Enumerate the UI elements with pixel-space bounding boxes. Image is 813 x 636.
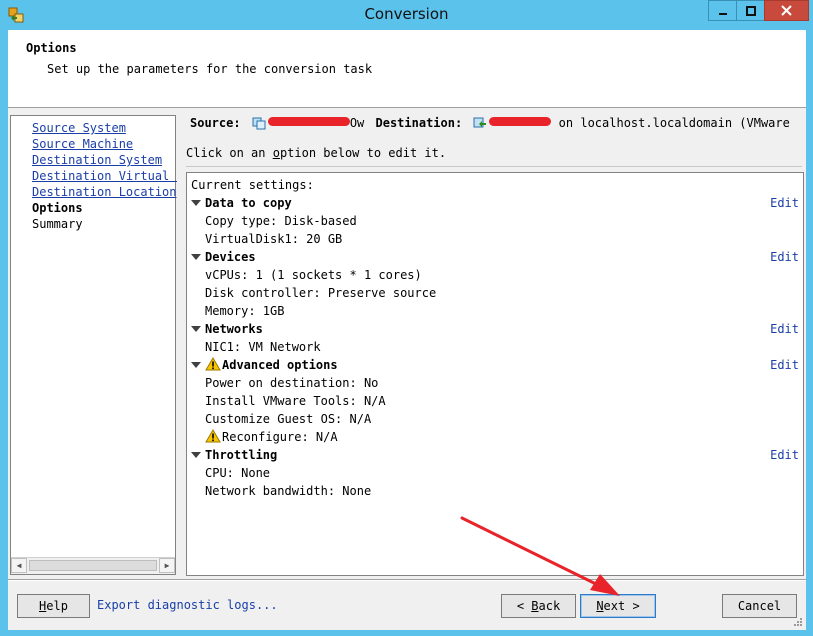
current-settings-heading: Current settings:: [191, 176, 314, 194]
export-diagnostic-logs-link[interactable]: Export diagnostic logs...: [97, 598, 278, 612]
source-suffix: Ow: [349, 116, 365, 130]
next-button[interactable]: Next >: [580, 594, 656, 618]
setting-item-text: Network bandwidth: None: [205, 484, 372, 498]
window-title: Conversion: [364, 5, 449, 23]
nav-step-destination-system[interactable]: Destination System: [32, 152, 177, 168]
edit-data-to-copy-link[interactable]: Edit: [770, 194, 799, 212]
help-button[interactable]: Help: [17, 594, 90, 618]
scroll-right-arrow-icon[interactable]: ▶: [159, 558, 175, 573]
section-throttling-text: Throttling: [205, 448, 278, 462]
page-title: Options: [26, 41, 77, 55]
setting-item-text: CPU: None: [205, 466, 271, 480]
nav-step-destination-location[interactable]: Destination Location: [32, 184, 177, 200]
divider: [186, 166, 802, 167]
setting-item-text: vCPUs: 1 (1 sockets * 1 cores): [205, 268, 422, 282]
edit-advanced-options-link[interactable]: Edit: [770, 356, 799, 374]
destination-machine-icon: [473, 117, 487, 128]
close-button[interactable]: [764, 0, 809, 21]
section-throttling[interactable]: Throttling: [191, 446, 277, 464]
section-networks[interactable]: Networks: [191, 320, 263, 338]
setting-item-text: Reconfigure: N/A: [222, 430, 338, 444]
section-advanced-options[interactable]: Advanced options: [191, 356, 338, 374]
destination-label: Destination:: [375, 116, 463, 130]
minimize-button[interactable]: [708, 0, 736, 21]
source-label: Source:: [190, 116, 241, 130]
setting-item-text: Copy type: Disk-based: [205, 214, 357, 228]
setting-item-text: Disk controller: Preserve source: [205, 286, 437, 300]
setting-item: VirtualDisk1: 20 GB: [205, 230, 342, 248]
maximize-button[interactable]: [736, 0, 764, 21]
current-settings-panel: Current settings: Data to copy Edit Copy ty…: [186, 172, 804, 576]
source-machine-icon: [252, 117, 266, 130]
setting-item: Disk controller: Preserve source: [205, 284, 436, 302]
collapse-triangle-icon[interactable]: [191, 452, 201, 458]
step-list: Source System Source Machine Destination S…: [32, 120, 177, 232]
edit-throttling-link[interactable]: Edit: [770, 446, 799, 464]
warning-icon: [205, 429, 221, 443]
page-subtitle: Set up the parameters for the conversion…: [47, 62, 373, 76]
setting-item: Network bandwidth: None: [205, 482, 371, 500]
collapse-triangle-icon[interactable]: [191, 254, 201, 260]
edit-hint-text: Click on an option below to edit it.: [186, 146, 447, 160]
collapse-triangle-icon[interactable]: [191, 326, 201, 332]
section-devices-text: Devices: [205, 250, 256, 264]
current-settings-heading-text: Current settings:: [191, 178, 314, 192]
source-destination-bar: Source: Ow Destination: on localhost.loc…: [190, 116, 800, 134]
setting-item: Memory: 1GB: [205, 302, 284, 320]
setting-item: Customize Guest OS: N/A: [205, 410, 371, 428]
maximize-icon: [745, 5, 756, 16]
wizard-step-nav: Source System Source Machine Destination S…: [10, 115, 177, 575]
warning-icon: [205, 357, 221, 371]
setting-item-text: Power on destination: No: [205, 376, 379, 390]
setting-item: vCPUs: 1 (1 sockets * 1 cores): [205, 266, 422, 284]
section-advanced-options-text: Advanced options: [222, 358, 338, 372]
nav-step-summary: Summary: [32, 217, 83, 231]
nav-step-source-system[interactable]: Source System: [32, 120, 177, 136]
setting-item-text: Memory: 1GB: [205, 304, 285, 318]
setting-item: NIC1: VM Network: [205, 338, 321, 356]
setting-item-text: Customize Guest OS: N/A: [205, 412, 372, 426]
nav-horizontal-scrollbar[interactable]: ◀ ▶: [11, 557, 175, 574]
minimize-icon: [718, 12, 727, 15]
setting-item: Copy type: Disk-based: [205, 212, 357, 230]
footer-divider-highlight: [8, 580, 806, 581]
close-icon: [781, 5, 792, 16]
setting-item: Reconfigure: N/A: [205, 428, 338, 446]
cancel-button[interactable]: Cancel: [722, 594, 797, 618]
destination-suffix: on localhost.localdomain (VMware ...: [558, 116, 800, 130]
back-button[interactable]: < Back: [501, 594, 576, 618]
window-titlebar[interactable]: Conversion: [0, 0, 813, 30]
scroll-thumb[interactable]: [29, 560, 157, 571]
redaction-mark: [267, 117, 350, 126]
setting-item: CPU: None: [205, 464, 270, 482]
setting-item: Power on destination: No: [205, 374, 378, 392]
scroll-left-arrow-icon[interactable]: ◀: [11, 558, 27, 573]
resize-grip-icon[interactable]: [793, 617, 803, 627]
setting-item-text: VirtualDisk1: 20 GB: [205, 232, 343, 246]
nav-step-options: Options: [32, 201, 83, 215]
edit-devices-link[interactable]: Edit: [770, 248, 799, 266]
edit-networks-link[interactable]: Edit: [770, 320, 799, 338]
section-devices[interactable]: Devices: [191, 248, 256, 266]
nav-step-source-machine[interactable]: Source Machine: [32, 136, 177, 152]
setting-item-text: Install VMware Tools: N/A: [205, 394, 386, 408]
setting-item: Install VMware Tools: N/A: [205, 392, 386, 410]
nav-step-destination-virtual-machine[interactable]: Destination Virtual Machine: [32, 168, 177, 184]
section-data-to-copy[interactable]: Data to copy: [191, 194, 292, 212]
wizard-client-area: Options Set up the parameters for the co…: [8, 30, 806, 630]
section-data-to-copy-text: Data to copy: [205, 196, 292, 210]
redaction-mark: [489, 117, 552, 126]
section-networks-text: Networks: [205, 322, 263, 336]
collapse-triangle-icon[interactable]: [191, 200, 201, 206]
collapse-triangle-icon[interactable]: [191, 362, 201, 368]
setting-item-text: NIC1: VM Network: [205, 340, 321, 354]
wizard-header: Options Set up the parameters for the co…: [8, 30, 806, 108]
